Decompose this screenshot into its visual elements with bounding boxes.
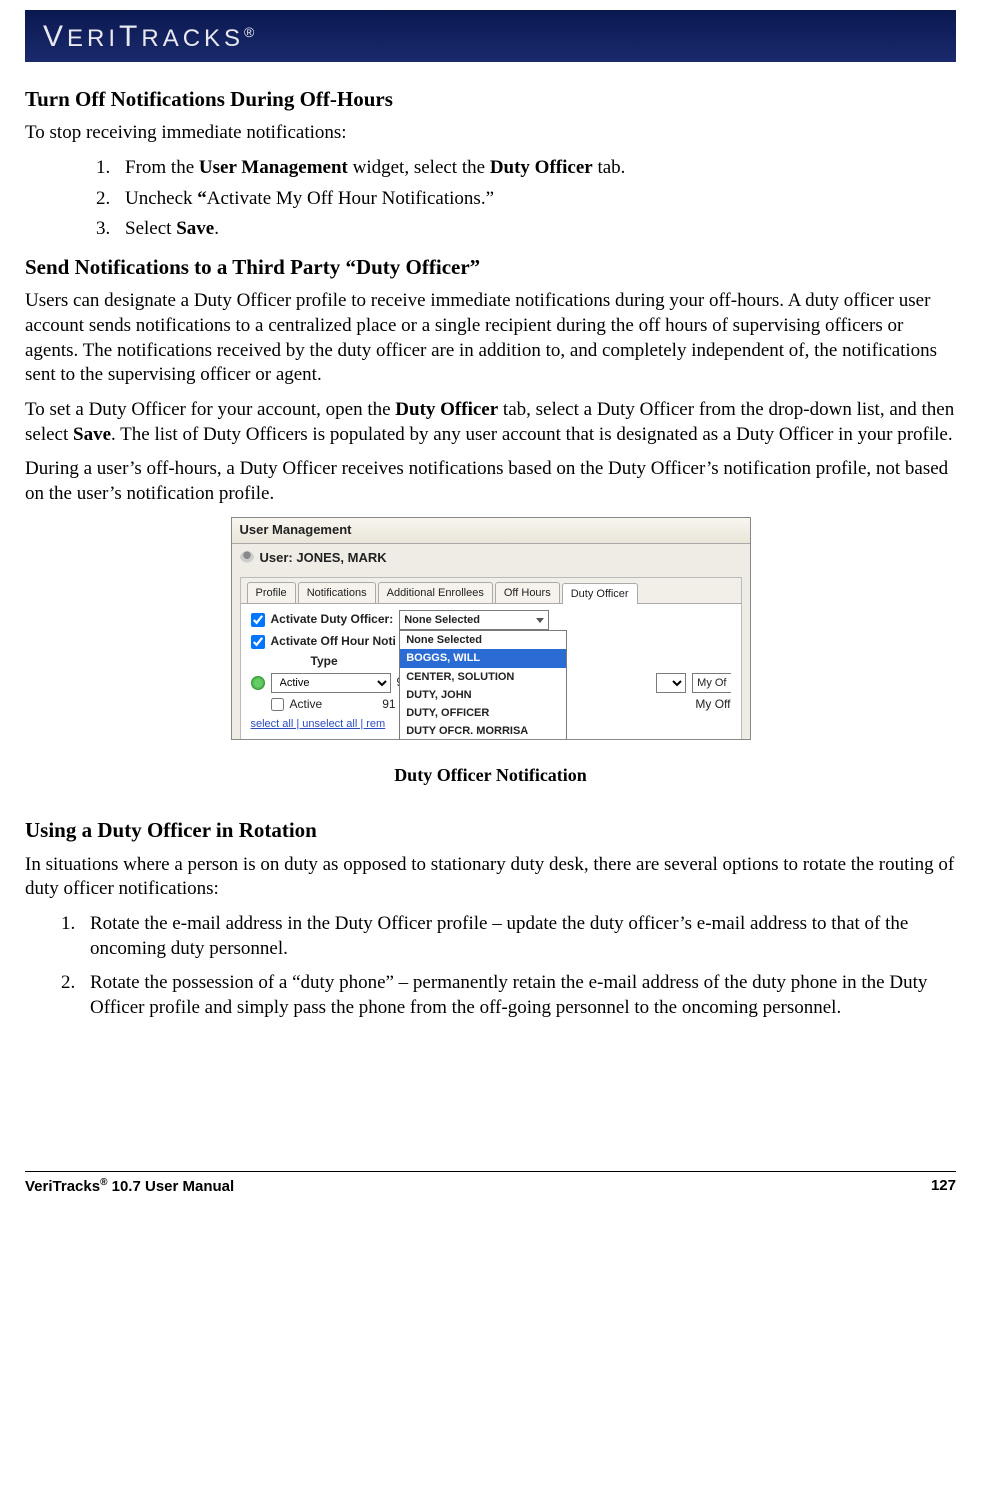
row-right-text: My Of bbox=[692, 673, 730, 693]
checkbox-row-active[interactable] bbox=[271, 698, 284, 711]
heading-turn-off-notifications: Turn Off Notifications During Off-Hours bbox=[25, 86, 956, 113]
dropdown-item[interactable]: DUTY, JOHN bbox=[400, 686, 566, 704]
select-small[interactable] bbox=[656, 673, 686, 693]
dropdown-item[interactable]: DUTY OFCR. MORRISA bbox=[400, 722, 566, 740]
tab-bar: Profile Notifications Additional Enrolle… bbox=[241, 578, 741, 604]
dropdown-list[interactable]: None Selected BOGGS, WILL CENTER, SOLUTI… bbox=[399, 630, 567, 740]
intro-turn-off: To stop receiving immediate notification… bbox=[25, 121, 956, 146]
globe-icon bbox=[251, 676, 265, 690]
para-third-party-3: During a user’s off-hours, a Duty Office… bbox=[25, 457, 956, 506]
tab-notifications[interactable]: Notifications bbox=[298, 582, 376, 603]
step-1: From the User Management widget, select … bbox=[115, 156, 956, 181]
page-footer: VeriTracks® 10.7 User Manual 127 bbox=[25, 1171, 956, 1197]
dropdown-item-selected[interactable]: BOGGS, WILL bbox=[400, 649, 566, 667]
checkbox-activate-duty-officer[interactable] bbox=[251, 613, 265, 627]
window-title: User Management bbox=[232, 518, 750, 544]
steps-turn-off: From the User Management widget, select … bbox=[115, 156, 956, 242]
dropdown-item[interactable]: CENTER, SOLUTION bbox=[400, 668, 566, 686]
tab-additional-enrollees[interactable]: Additional Enrollees bbox=[378, 582, 493, 603]
user-icon bbox=[240, 551, 254, 565]
figure-caption: Duty Officer Notification bbox=[25, 764, 956, 787]
dropdown-item[interactable]: None Selected bbox=[400, 631, 566, 649]
footer-page-number: 127 bbox=[931, 1176, 956, 1197]
row-active-label: Active bbox=[290, 697, 323, 713]
rotation-options: Rotate the e-mail address in the Duty Of… bbox=[80, 912, 956, 1021]
tab-profile[interactable]: Profile bbox=[247, 582, 296, 603]
brand-banner: VERITRACKS® bbox=[25, 10, 956, 62]
tab-off-hours[interactable]: Off Hours bbox=[495, 582, 560, 603]
rotation-option-1: Rotate the e-mail address in the Duty Of… bbox=[80, 912, 956, 961]
figure-user-management: User Management User: JONES, MARK Profil… bbox=[231, 517, 751, 740]
dropdown-item[interactable]: DUTY, OFFICER bbox=[400, 704, 566, 722]
dropdown-duty-officer[interactable]: None Selected bbox=[399, 610, 549, 630]
footer-left: VeriTracks® 10.7 User Manual bbox=[25, 1176, 234, 1197]
label-activate-off-hour: Activate Off Hour Noti bbox=[271, 634, 396, 650]
row-right-text: My Off bbox=[695, 697, 730, 713]
step-2: Uncheck “Activate My Off Hour Notificati… bbox=[115, 187, 956, 212]
para-third-party-1: Users can designate a Duty Officer profi… bbox=[25, 289, 956, 388]
registered-mark: ® bbox=[244, 24, 254, 40]
tab-duty-officer[interactable]: Duty Officer bbox=[562, 583, 638, 604]
step-3: Select Save. bbox=[115, 217, 956, 242]
label-activate-duty-officer: Activate Duty Officer: bbox=[271, 612, 394, 628]
checkbox-activate-off-hour[interactable] bbox=[251, 635, 265, 649]
intro-rotation: In situations where a person is on duty … bbox=[25, 853, 956, 902]
heading-rotation: Using a Duty Officer in Rotation bbox=[25, 817, 956, 844]
user-header: User: JONES, MARK bbox=[232, 544, 750, 577]
rotation-option-2: Rotate the possession of a “duty phone” … bbox=[80, 971, 956, 1020]
select-active[interactable]: Active bbox=[271, 673, 391, 693]
brand-logo-text: VERITRACKS® bbox=[43, 17, 254, 56]
heading-send-third-party: Send Notifications to a Third Party “Dut… bbox=[25, 254, 956, 281]
user-label: User: JONES, MARK bbox=[260, 550, 387, 567]
row-number: 91 bbox=[382, 697, 395, 713]
para-third-party-2: To set a Duty Officer for your account, … bbox=[25, 398, 956, 447]
